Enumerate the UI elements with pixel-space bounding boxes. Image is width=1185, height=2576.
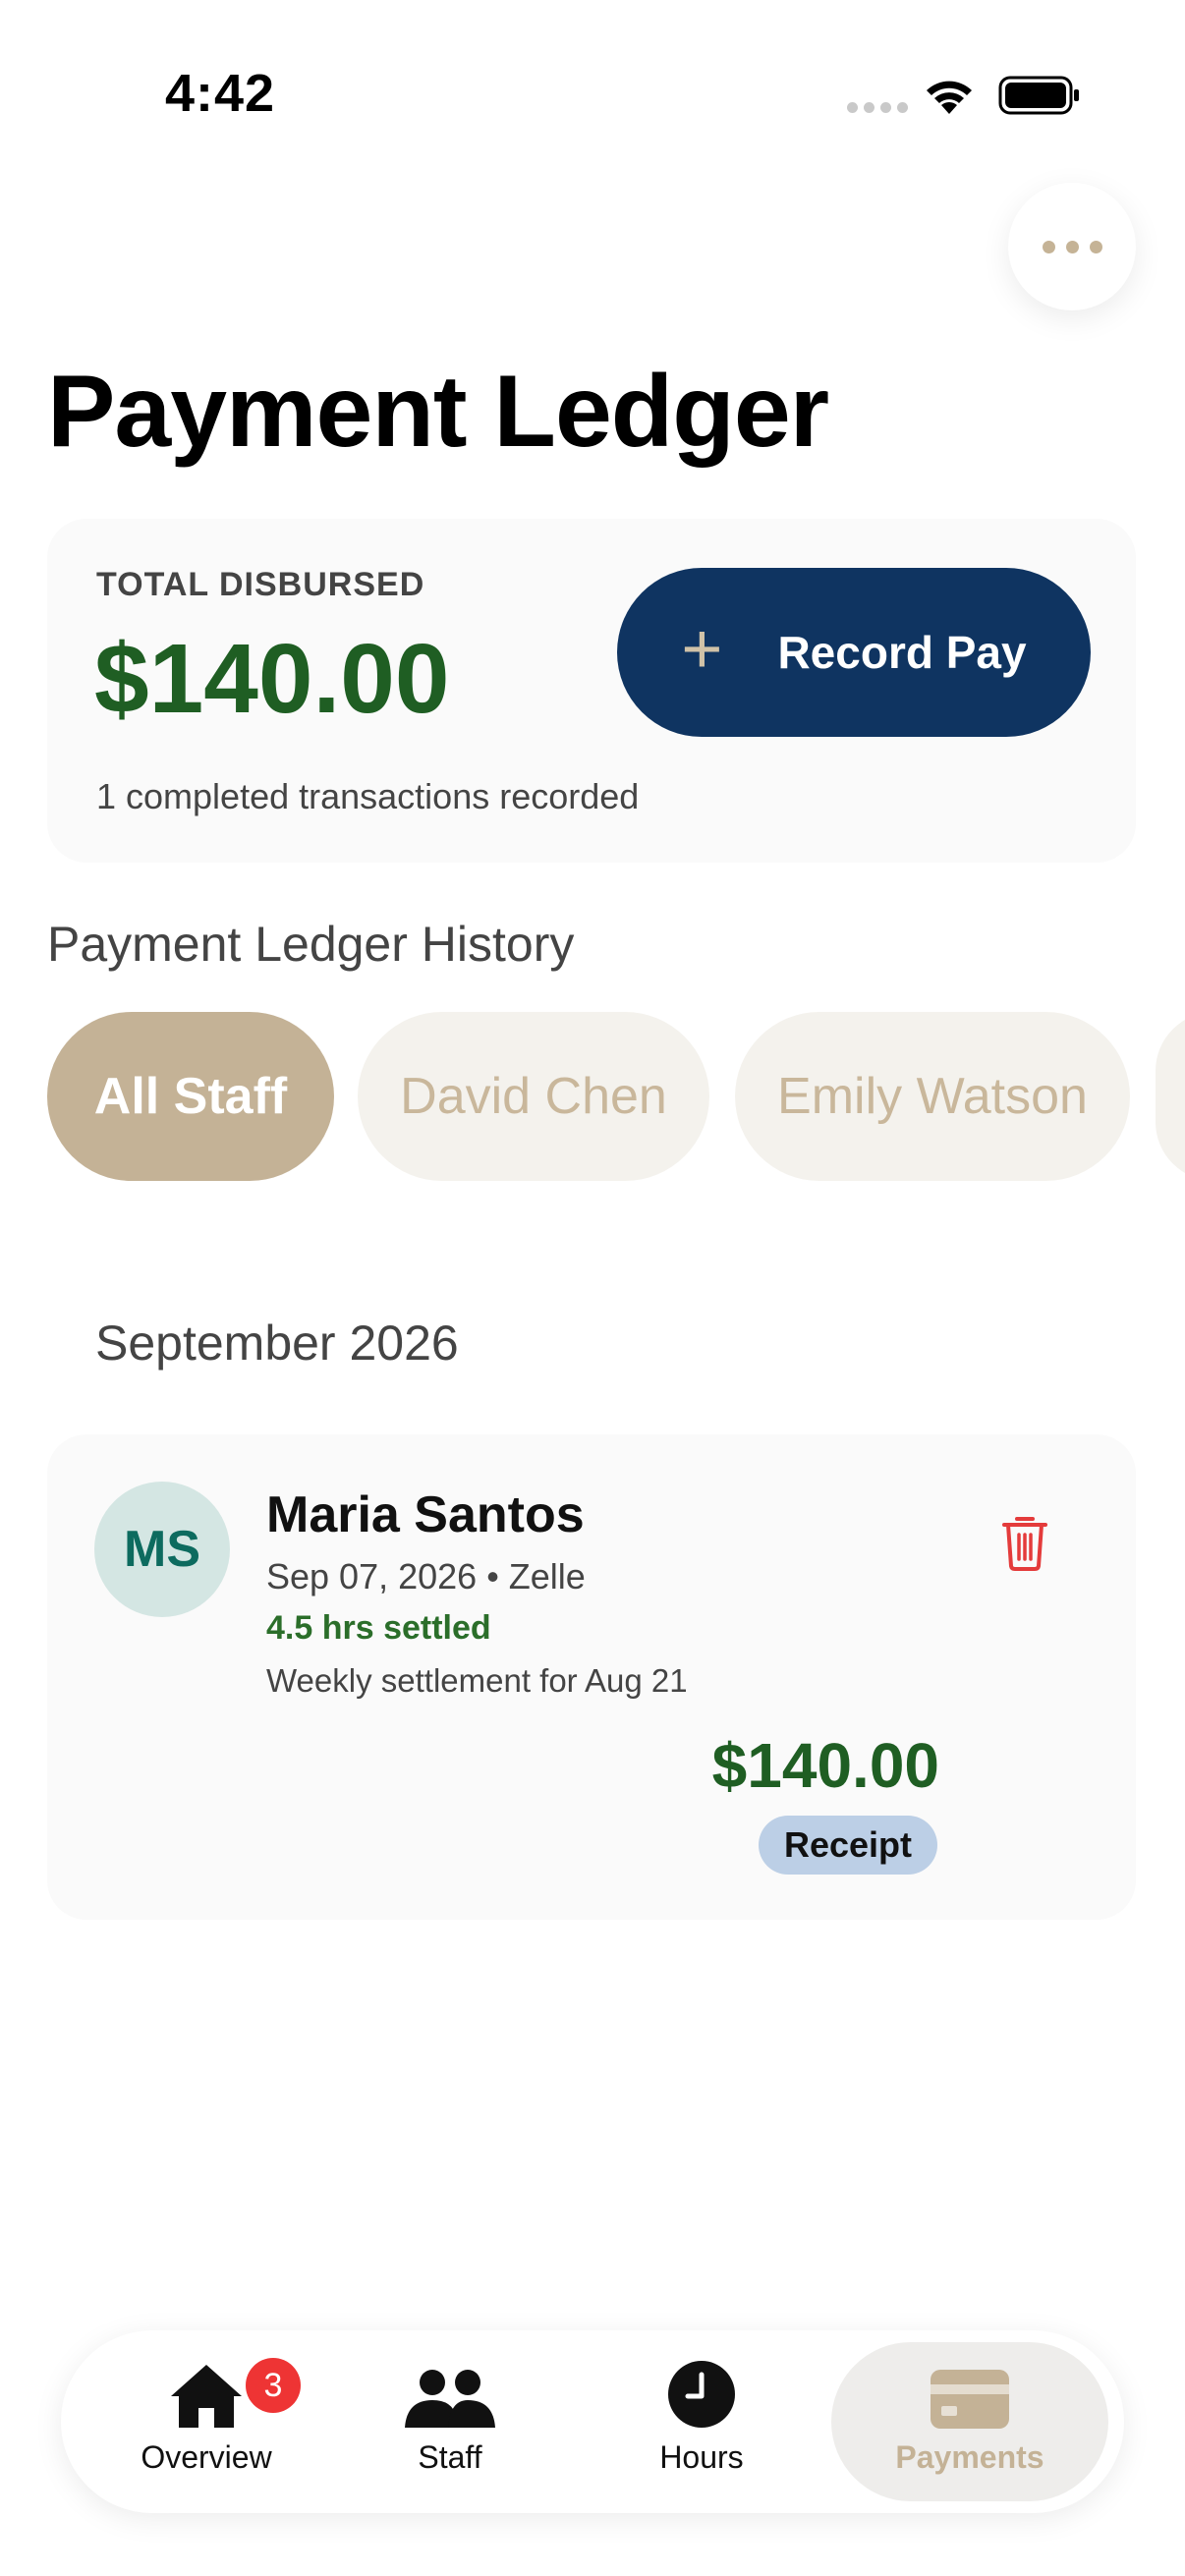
more-options-button[interactable] xyxy=(1008,183,1136,310)
plus-icon: + xyxy=(681,610,723,689)
wifi-icon xyxy=(927,81,972,114)
trash-icon[interactable] xyxy=(1000,1513,1049,1572)
transaction-date-method: Sep 07, 2026 • Zelle xyxy=(266,1556,586,1596)
clock-icon xyxy=(668,2361,735,2428)
battery-icon xyxy=(998,76,1079,115)
tab-label: Staff xyxy=(418,2439,482,2475)
status-bar: 4:42 xyxy=(0,0,1185,187)
status-time: 4:42 xyxy=(165,64,276,123)
staff-name: Maria Santos xyxy=(266,1486,585,1543)
home-icon xyxy=(171,2365,242,2428)
tab-payments[interactable]: Payments xyxy=(831,2342,1108,2501)
staff-filter-chips: All Staff David Chen Emily Watson xyxy=(47,1012,1185,1181)
history-title: Payment Ledger History xyxy=(47,917,575,972)
record-pay-label: Record Pay xyxy=(777,627,1027,678)
tab-hours[interactable]: Hours xyxy=(592,2342,812,2501)
avatar: MS xyxy=(94,1482,230,1617)
ellipsis-icon xyxy=(1042,240,1055,253)
filter-chip-emily-watson[interactable]: Emily Watson xyxy=(735,1012,1130,1181)
total-disbursed-label: TOTAL DISBURSED xyxy=(96,566,425,603)
tab-label: Hours xyxy=(659,2439,744,2475)
transaction-amount: $140.00 xyxy=(711,1730,939,1801)
notification-badge: 3 xyxy=(246,2358,301,2413)
people-icon xyxy=(405,2370,495,2428)
month-header: September 2026 xyxy=(95,1316,459,1371)
summary-card: TOTAL DISBURSED $140.00 1 completed tran… xyxy=(47,519,1136,863)
transaction-card[interactable]: MS Maria Santos Sep 07, 2026 • Zelle 4.5… xyxy=(47,1434,1136,1920)
tab-label: Overview xyxy=(141,2439,272,2475)
tab-overview[interactable]: Overview 3 xyxy=(96,2342,316,2501)
total-disbursed-amount: $140.00 xyxy=(94,624,450,734)
filter-chip-david-chen[interactable]: David Chen xyxy=(358,1012,709,1181)
filter-chip-label: Emily Watson xyxy=(777,1068,1088,1125)
hours-settled: 4.5 hrs settled xyxy=(266,1609,491,1647)
cellular-signal-icon xyxy=(847,102,908,113)
transaction-description: Weekly settlement for Aug 21 xyxy=(266,1662,688,1699)
tab-staff[interactable]: Staff xyxy=(340,2342,560,2501)
receipt-button[interactable]: Receipt xyxy=(759,1816,937,1875)
filter-chip-more[interactable] xyxy=(1156,1012,1185,1181)
filter-chip-all-staff[interactable]: All Staff xyxy=(47,1012,334,1181)
filter-chip-label: All Staff xyxy=(93,1068,288,1125)
record-pay-button[interactable]: + Record Pay xyxy=(617,568,1091,737)
card-icon xyxy=(931,2370,1009,2429)
bottom-tab-bar: Overview 3 Staff Hours Payments xyxy=(61,2330,1124,2513)
transactions-count-note: 1 completed transactions recorded xyxy=(96,776,640,816)
filter-chip-label: David Chen xyxy=(400,1068,667,1125)
page-title: Payment Ledger xyxy=(47,355,829,469)
tab-label: Payments xyxy=(895,2439,1044,2475)
